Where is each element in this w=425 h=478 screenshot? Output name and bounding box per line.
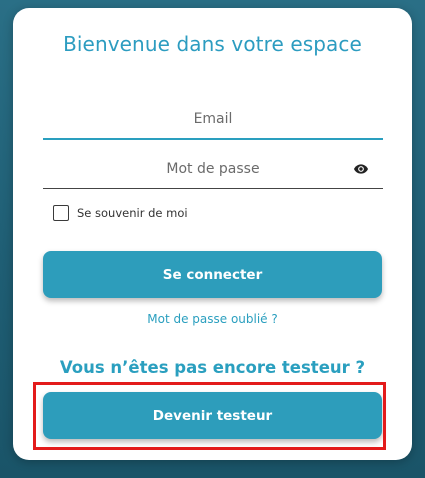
become-tester-button[interactable]: Devenir testeur xyxy=(43,392,382,439)
remember-label: Se souvenir de moi xyxy=(77,206,188,220)
remember-me[interactable]: Se souvenir de moi xyxy=(53,204,188,222)
signup-prompt: Vous n’êtes pas encore testeur ? xyxy=(59,358,366,377)
password-input[interactable] xyxy=(43,150,383,188)
email-field[interactable] xyxy=(43,100,383,140)
password-field[interactable] xyxy=(43,150,383,189)
login-button[interactable]: Se connecter xyxy=(43,251,382,298)
page-title: Bienvenue dans votre espace xyxy=(63,32,362,56)
login-card: Bienvenue dans votre espace Se souvenir … xyxy=(13,8,412,460)
email-input[interactable] xyxy=(43,100,383,138)
eye-icon[interactable] xyxy=(353,161,369,177)
forgot-password-link[interactable]: Mot de passe oublié ? xyxy=(13,312,412,326)
remember-checkbox[interactable] xyxy=(53,205,69,221)
